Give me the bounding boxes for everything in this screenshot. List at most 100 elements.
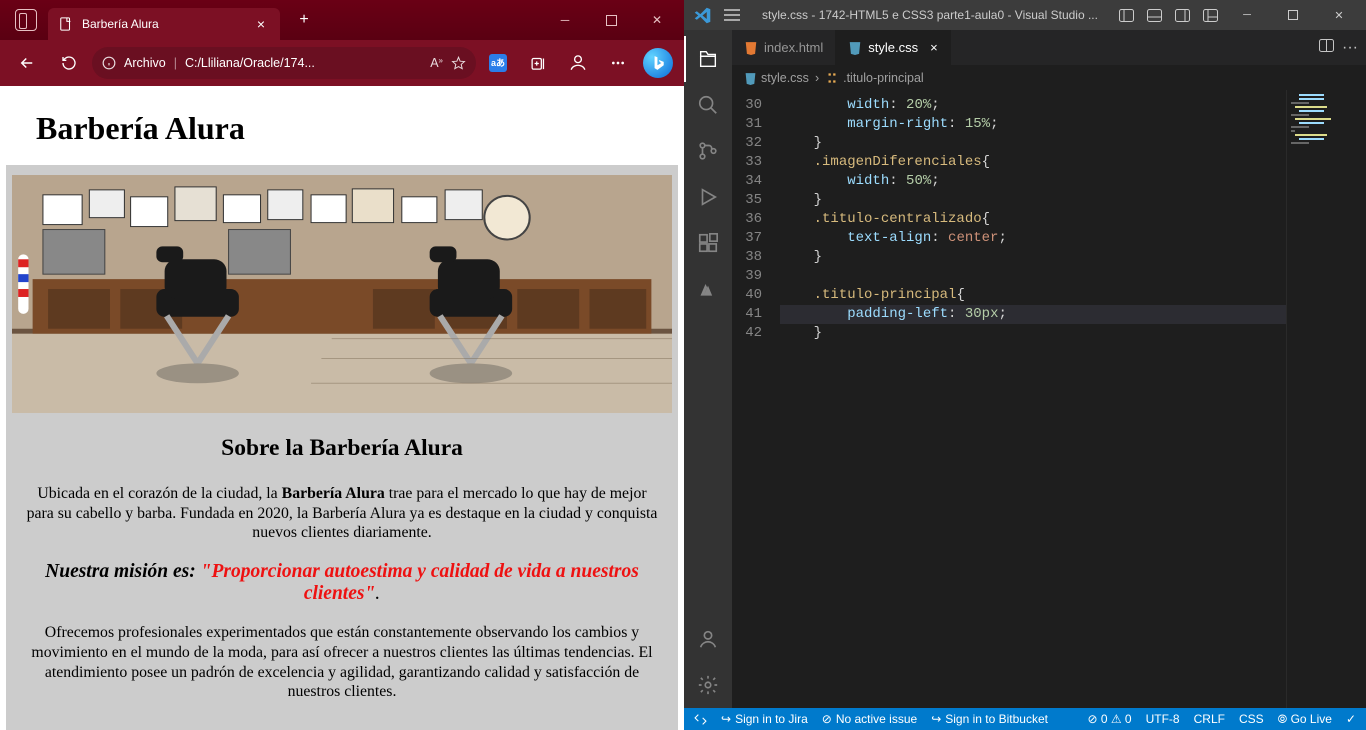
minimize-button[interactable]: ─ (542, 0, 588, 40)
editor-tabs: index.html style.css × ··· (732, 30, 1366, 66)
toggle-primary-sidebar-icon[interactable] (1112, 0, 1140, 30)
minimize-button[interactable]: ─ (1224, 0, 1270, 30)
text: style.css (761, 71, 809, 85)
toolbar-right: aあ (480, 46, 676, 80)
mission-dot: . (375, 583, 380, 604)
text: Ubicada en el corazón de la ciudad, la (37, 485, 281, 502)
vscode-window-controls: ─ ✕ (1224, 0, 1362, 30)
layout-controls (1112, 0, 1224, 30)
customize-layout-icon[interactable] (1196, 0, 1224, 30)
address-path: C:/Lliliana/Oracle/174... (185, 56, 422, 70)
tab-close-icon[interactable]: × (930, 40, 938, 55)
browser-toolbar: Archivo | C:/Lliliana/Oracle/174... A» a… (0, 40, 684, 86)
tab-label: style.css (868, 40, 918, 55)
breadcrumb-file[interactable]: style.css (744, 71, 809, 85)
profile-button[interactable] (560, 46, 596, 80)
tab-style-css[interactable]: style.css × (836, 30, 950, 65)
mission-prefix: Nuestra misión es: (45, 561, 196, 582)
browser-viewport[interactable]: Barbería Alura (0, 86, 684, 730)
tab-close-button[interactable]: × (252, 16, 270, 32)
browser-window: Barbería Alura × + ─ ✕ Archivo | C:/Llil… (0, 0, 684, 730)
status-encoding[interactable]: UTF-8 (1146, 712, 1180, 726)
maximize-button[interactable] (588, 0, 634, 40)
editor-actions: ··· (1311, 30, 1366, 65)
editor-group: index.html style.css × ··· style.css › (732, 30, 1366, 708)
run-debug-icon[interactable] (684, 174, 732, 220)
remote-indicator[interactable] (694, 713, 707, 726)
workspaces-button[interactable] (4, 9, 48, 31)
page-title: Barbería Alura (6, 92, 678, 165)
vscode-logo-icon (688, 7, 716, 24)
breadcrumb-symbol[interactable]: .titulo-principal (825, 71, 924, 85)
status-jira[interactable]: ↪ Sign in to Jira (721, 712, 808, 726)
read-aloud-icon[interactable]: A» (430, 56, 443, 70)
browser-tab[interactable]: Barbería Alura × (48, 8, 280, 40)
section-heading: Sobre la Barbería Alura (12, 435, 672, 462)
status-prettier[interactable]: ✓ (1346, 712, 1356, 726)
new-tab-button[interactable]: + (290, 6, 318, 34)
atlassian-icon[interactable] (684, 266, 732, 312)
status-eol[interactable]: CRLF (1194, 712, 1225, 726)
vscode-body: index.html style.css × ··· style.css › (684, 30, 1366, 708)
status-bitbucket[interactable]: ↪ Sign in to Bitbucket (931, 712, 1048, 726)
menu-button[interactable] (716, 0, 748, 30)
translate-icon: aあ (489, 54, 507, 72)
account-icon[interactable] (684, 616, 732, 662)
page-content: Barbería Alura (6, 92, 678, 730)
collections-button[interactable] (520, 46, 556, 80)
split-editor-icon[interactable] (1319, 39, 1334, 57)
more-actions-icon[interactable]: ··· (1342, 39, 1358, 57)
services-paragraph: Ofrecemos profesionales experimentados q… (26, 623, 658, 702)
info-icon (102, 56, 116, 70)
gutter: 30313233343536373839404142 (732, 90, 770, 708)
status-language[interactable]: CSS (1239, 712, 1264, 726)
address-type: Archivo (124, 56, 166, 70)
extensions-icon[interactable] (684, 220, 732, 266)
intro-paragraph: Ubicada en el corazón de la ciudad, la B… (26, 484, 658, 543)
status-problems[interactable]: ⊘ 0 ⚠ 0 (1087, 712, 1131, 726)
tab-title: Barbería Alura (82, 17, 244, 31)
html-icon (744, 41, 758, 55)
status-bar: ↪ Sign in to Jira ⊘ No active issue ↪ Si… (684, 708, 1366, 730)
explorer-icon[interactable] (684, 36, 732, 82)
browser-titlebar: Barbería Alura × + ─ ✕ (0, 0, 684, 40)
status-golive[interactable]: ⦾ Go Live (1278, 712, 1332, 727)
refresh-button[interactable] (50, 46, 88, 80)
address-bar[interactable]: Archivo | C:/Lliliana/Oracle/174... A» (92, 47, 476, 79)
search-icon[interactable] (684, 82, 732, 128)
activity-bar (684, 30, 732, 708)
text: .titulo-principal (843, 71, 924, 85)
vscode-titlebar: style.css - 1742-HTML5 e CSS3 parte1-aul… (684, 0, 1366, 30)
editor-textarea[interactable]: 30313233343536373839404142 width: 20%; m… (732, 90, 1366, 708)
toggle-panel-icon[interactable] (1140, 0, 1168, 30)
mission-quote: "Proporcionar autoestima y calidad de vi… (196, 561, 639, 604)
window-controls: ─ ✕ (542, 0, 680, 40)
vscode-title: style.css - 1742-HTML5 e CSS3 parte1-aul… (748, 8, 1112, 22)
mission-statement: Nuestra misión es: "Proporcionar autoest… (20, 561, 664, 605)
bing-button[interactable] (640, 46, 676, 80)
settings-icon[interactable] (684, 662, 732, 708)
tab-index-html[interactable]: index.html (732, 30, 836, 65)
close-button[interactable]: ✕ (634, 0, 680, 40)
maximize-button[interactable] (1270, 0, 1316, 30)
css-icon (848, 41, 862, 55)
code[interactable]: width: 20%; margin-right: 15%; } .imagen… (770, 90, 1286, 708)
breadcrumb[interactable]: style.css › .titulo-principal (732, 66, 1366, 90)
status-issue[interactable]: ⊘ No active issue (822, 712, 917, 726)
vscode-window: style.css - 1742-HTML5 e CSS3 parte1-aul… (684, 0, 1366, 730)
text-bold: Barbería Alura (282, 485, 385, 502)
tab-label: index.html (764, 40, 823, 55)
translate-button[interactable]: aあ (480, 46, 516, 80)
toggle-secondary-sidebar-icon[interactable] (1168, 0, 1196, 30)
more-button[interactable] (600, 46, 636, 80)
hero-image (12, 175, 672, 413)
back-button[interactable] (8, 46, 46, 80)
chevron-right-icon: › (815, 71, 819, 85)
bing-icon (643, 48, 673, 78)
page-icon (58, 16, 74, 32)
minimap[interactable] (1286, 90, 1366, 708)
favorite-icon[interactable] (451, 56, 466, 71)
source-control-icon[interactable] (684, 128, 732, 174)
close-button[interactable]: ✕ (1316, 0, 1362, 30)
workspaces-icon (15, 9, 37, 31)
